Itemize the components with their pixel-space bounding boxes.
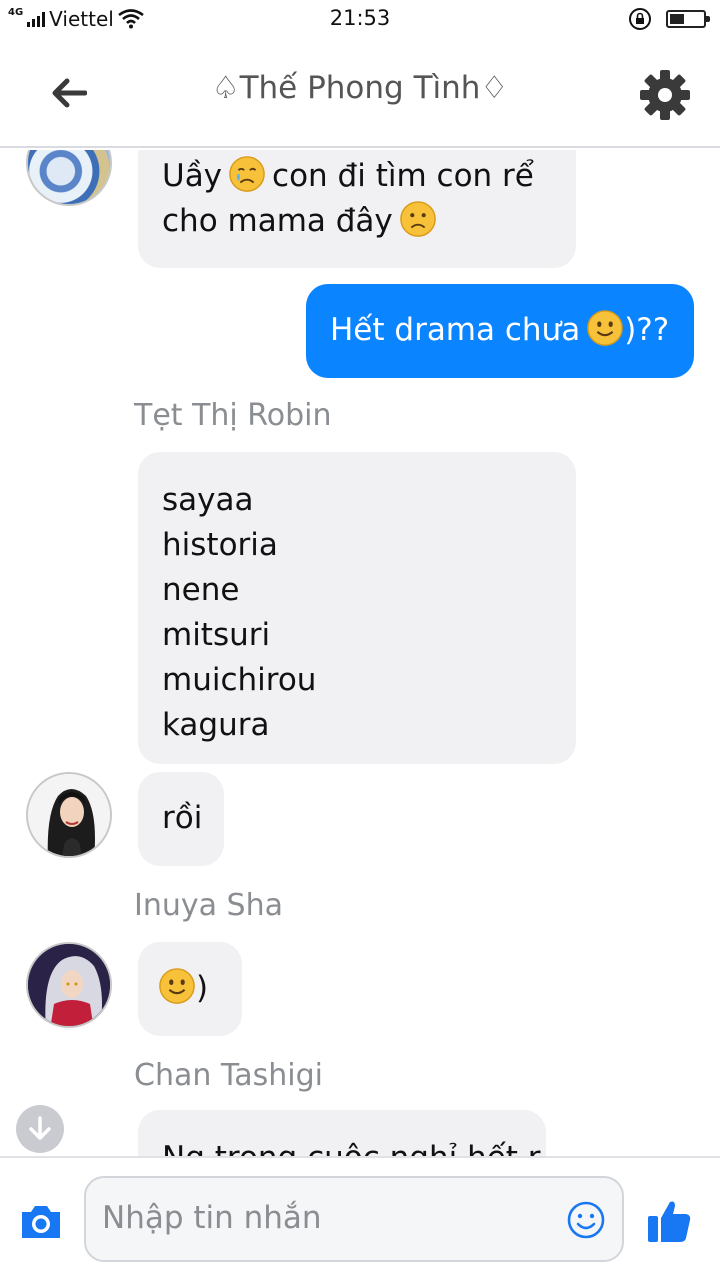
sender-name: Chan Tashigi	[134, 1058, 323, 1093]
message-text: Hết drama chưa	[330, 312, 581, 348]
message-line: nene	[162, 572, 240, 608]
message-composer: Nhập tin nhắn	[0, 1156, 720, 1280]
message-list[interactable]: Uầy con đi tìm con rể cho mama đây Hết dr…	[0, 150, 720, 1156]
message-text: Uầy	[162, 158, 223, 194]
message-bubble[interactable]: Uầy con đi tìm con rể cho mama đây	[138, 150, 576, 268]
emoji-button[interactable]	[566, 1200, 606, 1240]
frowning-face-icon	[399, 200, 436, 237]
status-right	[628, 6, 710, 32]
message-line: mitsuri	[162, 617, 271, 653]
gear-icon	[640, 70, 690, 120]
message-text: cho mama đây	[162, 203, 393, 239]
avatar[interactable]	[26, 942, 112, 1028]
sender-name: Tẹt Thị Robin	[134, 398, 332, 433]
conversation-title[interactable]: ♤Thế Phong Tình♢	[140, 70, 580, 106]
message-line: cho mama đây	[162, 199, 552, 244]
message-text: rồi	[162, 800, 203, 836]
back-button[interactable]	[46, 70, 92, 116]
message-bubble[interactable]: Ng trong cuộc nghỉ hết r	[138, 1110, 546, 1156]
scroll-to-bottom-button[interactable]	[16, 1105, 64, 1153]
battery-icon	[666, 10, 710, 28]
smiling-face-icon	[159, 967, 195, 1004]
crying-face-icon	[229, 155, 265, 192]
message-line: kagura	[162, 707, 270, 743]
message-line: sayaa	[162, 482, 254, 518]
avatar-image	[28, 774, 110, 856]
message-text: Ng trong cuộc nghỉ hết r	[162, 1136, 546, 1156]
outgoing-message-bubble[interactable]: Hết drama chưa)??	[306, 284, 694, 378]
arrow-left-icon	[52, 78, 87, 108]
message-line: Hết drama chưa)??	[330, 308, 694, 353]
battery-fill	[670, 14, 684, 24]
chat-header: ♤Thế Phong Tình♢	[0, 38, 720, 148]
message-input-placeholder: Nhập tin nhắn	[102, 1200, 322, 1236]
message-bubble[interactable]: sayaa historia nene mitsuri muichirou ka…	[138, 452, 576, 764]
avatar-image	[28, 944, 110, 1026]
camera-button[interactable]	[18, 1198, 64, 1244]
message-text: con đi tìm con rể	[272, 158, 534, 194]
clock: 21:53	[329, 6, 391, 30]
like-button[interactable]	[644, 1196, 694, 1246]
message-bubble[interactable]: )	[138, 942, 242, 1036]
thumbs-up-icon	[648, 1201, 691, 1242]
message-bubble[interactable]: rồi	[138, 772, 224, 866]
message-line: Uầy con đi tìm con rể	[162, 154, 552, 199]
message-input[interactable]: Nhập tin nhắn	[84, 1176, 624, 1262]
message-line: muichirou	[162, 662, 317, 698]
arrow-down-icon	[29, 1116, 51, 1140]
message-text: )??	[624, 312, 670, 348]
settings-button[interactable]	[638, 68, 692, 122]
avatar[interactable]	[26, 772, 112, 858]
smile-icon	[567, 1201, 605, 1239]
sender-name: Inuya Sha	[134, 888, 283, 923]
camera-icon	[22, 1206, 60, 1238]
message-text: )	[196, 970, 209, 1006]
status-bar: 4G Viettel 21:53	[0, 0, 720, 38]
message-line: )	[158, 966, 242, 1011]
message-line: historia	[162, 527, 278, 563]
smiling-face-icon	[587, 309, 624, 346]
rotation-lock-icon	[629, 8, 651, 30]
avatar[interactable]	[26, 150, 112, 206]
